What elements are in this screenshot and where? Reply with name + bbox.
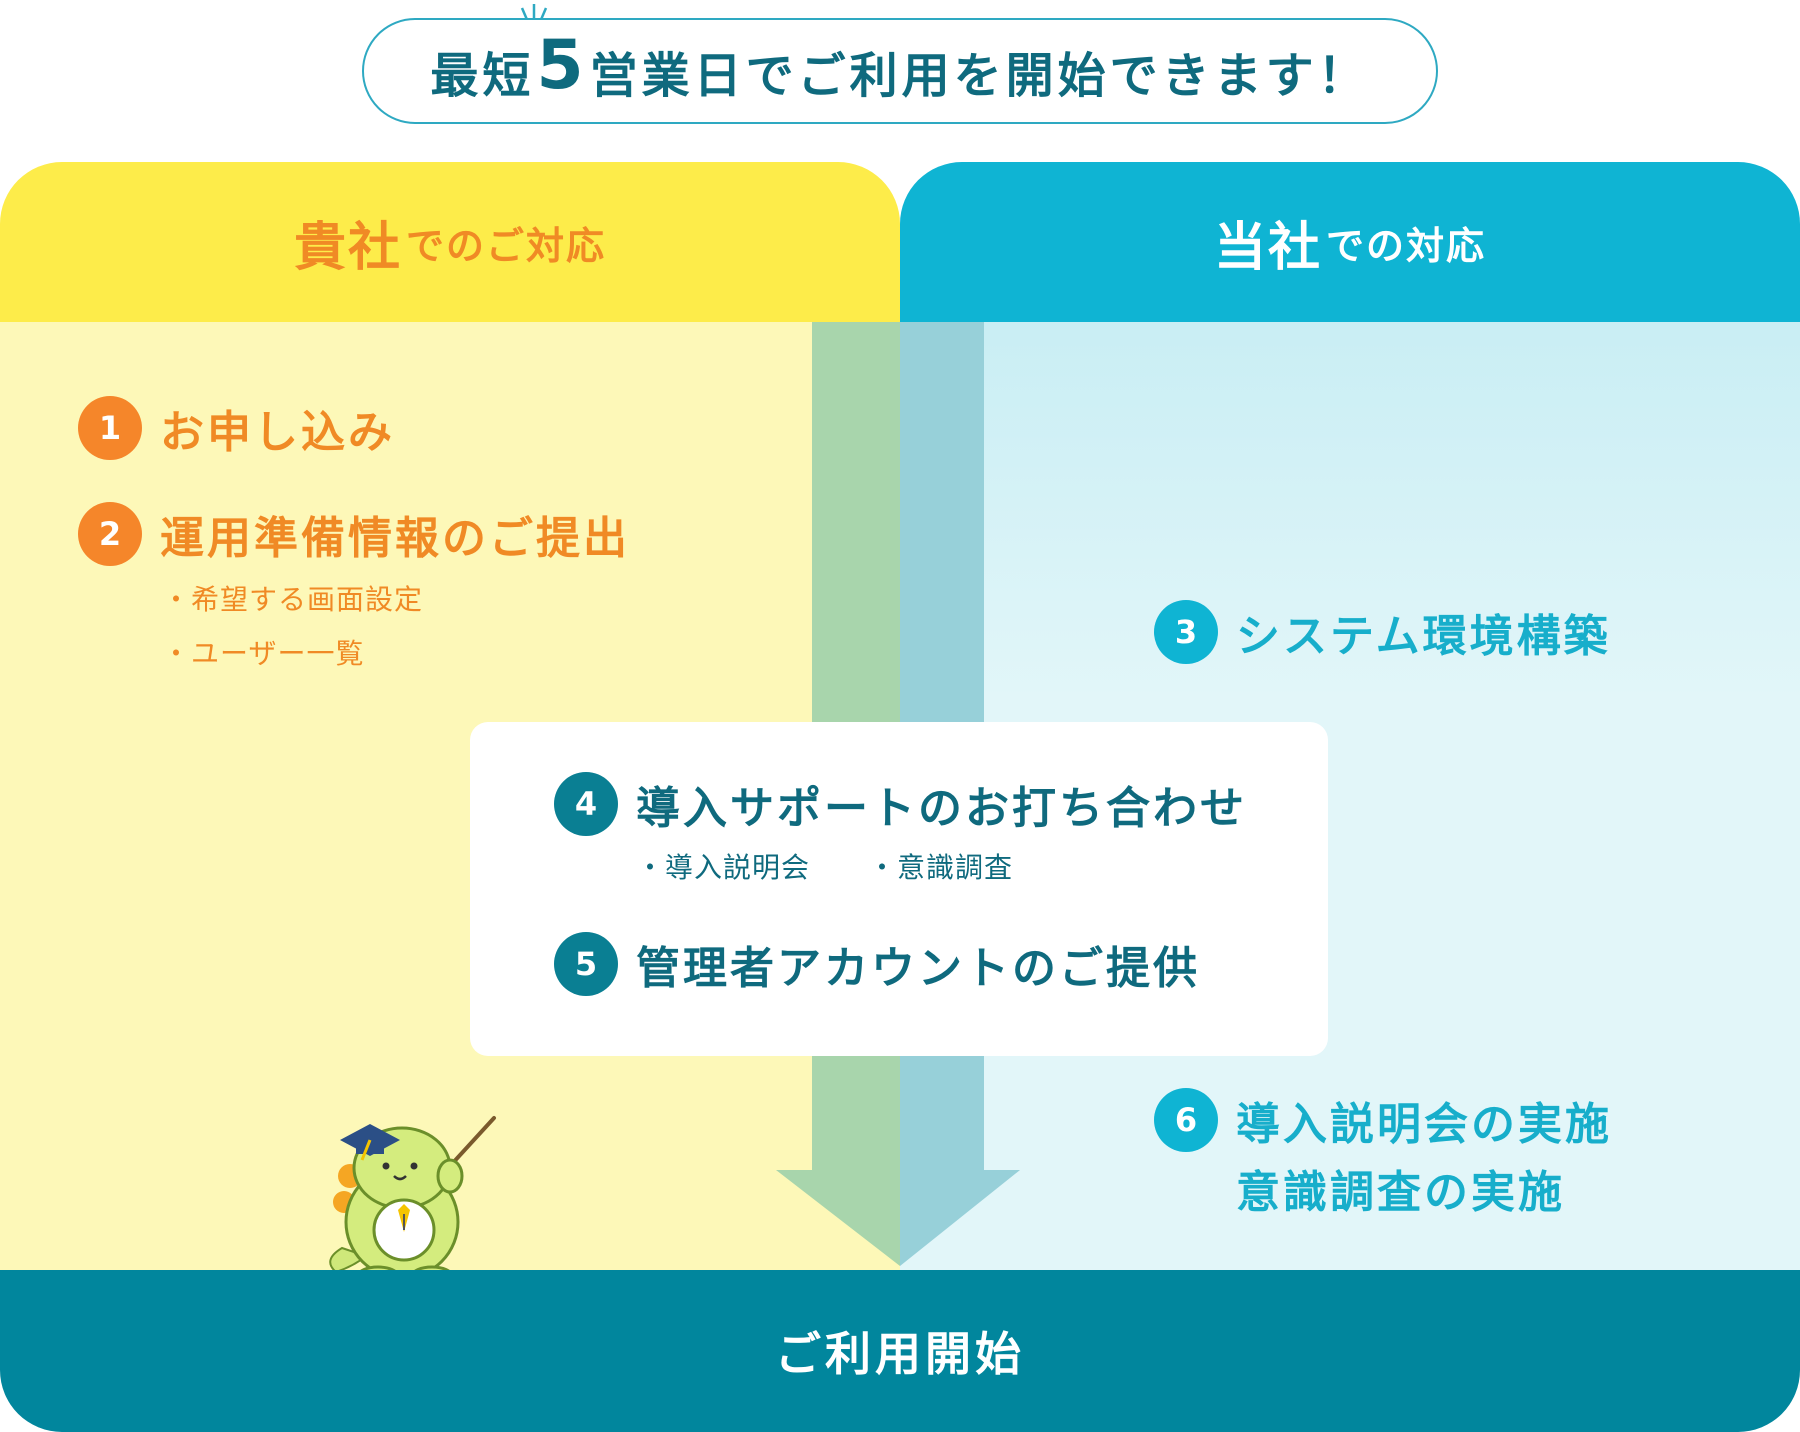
banner-prefix: 最短 (430, 48, 535, 104)
step-label: 管理者アカウントのご提供 (636, 943, 1200, 994)
step-number-badge: 1 (78, 396, 142, 460)
step-2-sub-item: ・ユーザー一覧 (162, 637, 365, 670)
step-number-badge: 2 (78, 502, 142, 566)
banner-number: 5 (536, 25, 588, 105)
client-header-strong: 貴社 (293, 217, 402, 278)
step-4-sub-item: ・導入説明会 (636, 851, 811, 884)
step-4: 4 導入サポートのお打ち合わせ (554, 772, 1247, 836)
step-label: 運用準備情報のご提出 (160, 513, 630, 564)
step-6: 6 導入説明会の実施 (1154, 1088, 1612, 1152)
step-number-badge: 6 (1154, 1088, 1218, 1152)
service-start-bar: ご利用開始 (0, 1270, 1800, 1432)
step-4-sub-item: ・意識調査 (868, 851, 1014, 884)
step-1: 1 お申し込み (78, 396, 395, 460)
step-2: 2 運用準備情報のご提出 (78, 502, 630, 566)
step-number-badge: 3 (1154, 600, 1218, 664)
vendor-header-strong: 当社 (1213, 217, 1322, 278)
step-3: 3 システム環境構築 (1154, 600, 1611, 664)
banner-suffix: 営業日でご利用を開始できます！ (589, 48, 1370, 104)
client-column-header: 貴社 でのご対応 (0, 162, 900, 322)
step-label: お申し込み (160, 407, 395, 458)
step-label: システム環境構築 (1236, 611, 1611, 662)
step-5: 5 管理者アカウントのご提供 (554, 932, 1200, 996)
step-number-badge: 4 (554, 772, 618, 836)
lead-time-banner: 最短 5 営業日でご利用を開始できます！ (362, 18, 1438, 124)
step-label-line-2: 意識調査の実施 (1236, 1167, 1565, 1218)
mascot-icon (329, 1116, 496, 1286)
footer-label: ご利用開始 (775, 1327, 1025, 1381)
step-label-line-1: 導入説明会の実施 (1236, 1099, 1612, 1150)
vendor-column-header: 当社 での対応 (900, 162, 1800, 322)
step-2-sub-item: ・希望する画面設定 (162, 583, 424, 616)
step-label: 導入サポートのお打ち合わせ (636, 783, 1247, 834)
step-number-badge: 5 (554, 932, 618, 996)
vendor-header-rest: での対応 (1326, 223, 1487, 268)
client-header-rest: でのご対応 (406, 223, 607, 268)
